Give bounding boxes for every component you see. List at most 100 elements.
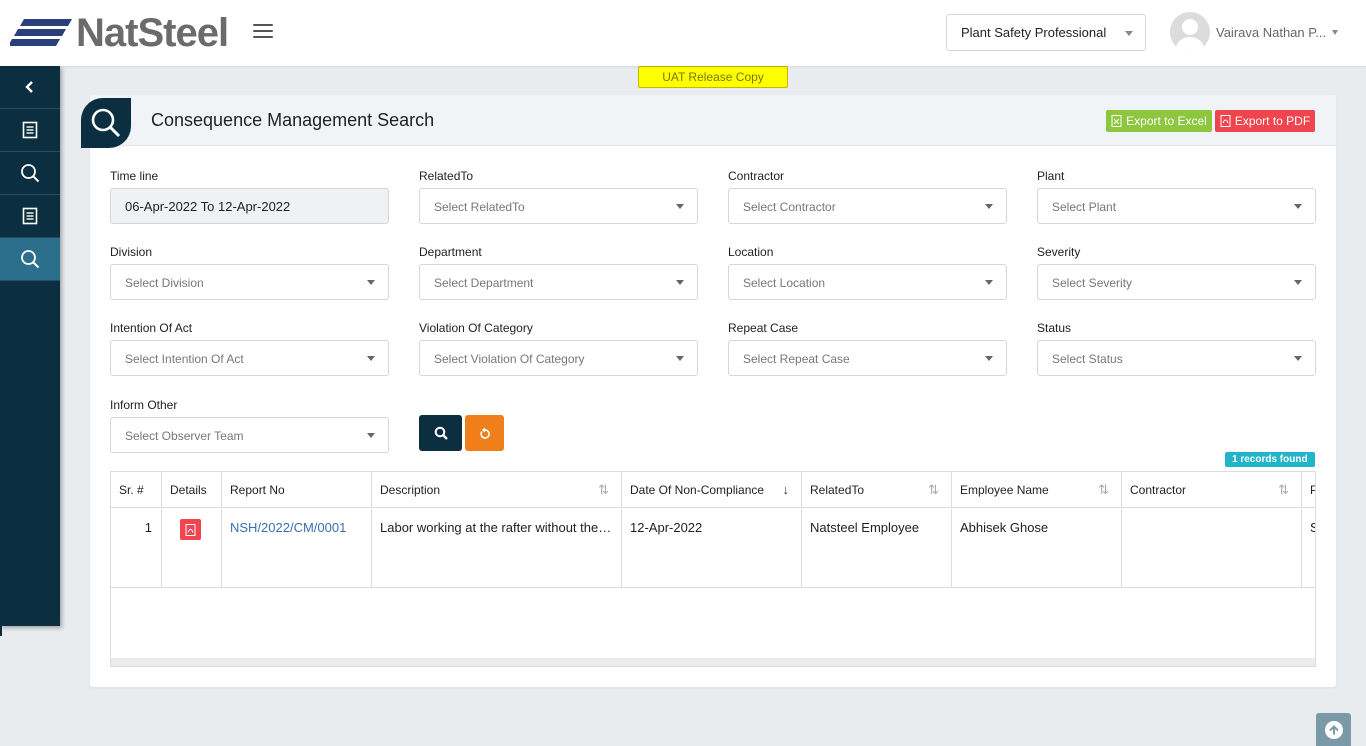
column-header-date-label: Date Of Non-Compliance — [630, 483, 765, 497]
role-select-value: Plant Safety Professional — [961, 25, 1107, 40]
column-header-description[interactable]: Description ⇅ — [372, 472, 622, 508]
chevron-down-icon — [367, 433, 375, 438]
search-icon — [434, 426, 448, 440]
table-row: 1 NSH/2022/CM/0001 Labor working at the … — [111, 509, 1315, 588]
status-field: Status Select Status — [1037, 321, 1316, 376]
timeline-input[interactable]: 06-Apr-2022 To 12-Apr-2022 — [110, 188, 389, 224]
top-header: NatSteel Plant Safety Professional Vaira… — [0, 0, 1366, 66]
search-icon — [21, 250, 40, 269]
excel-file-icon — [1111, 115, 1122, 127]
logo-text: NatSteel — [76, 11, 229, 55]
column-header-date[interactable]: Date Of Non-Compliance ↓ — [622, 472, 802, 508]
document-icon — [22, 207, 38, 225]
cell-contractor — [1122, 509, 1302, 587]
chevron-down-icon — [1332, 29, 1339, 35]
column-header-employee-name[interactable]: Employee Name ⇅ — [952, 472, 1122, 508]
column-header-related-to[interactable]: RelatedTo ⇅ — [802, 472, 952, 508]
contractor-select[interactable]: Select Contractor — [728, 188, 1007, 224]
intention-field: Intention Of Act Select Intention Of Act — [110, 321, 389, 376]
timeline-field: Time line 06-Apr-2022 To 12-Apr-2022 — [110, 169, 389, 224]
timeline-label: Time line — [110, 169, 159, 183]
plant-select[interactable]: Select Plant — [1037, 188, 1316, 224]
export-pdf-label: Export to PDF — [1234, 114, 1311, 128]
reset-button[interactable] — [465, 415, 504, 451]
sidebar-collapse-button[interactable] — [0, 66, 60, 109]
related-to-field: RelatedTo Select RelatedTo — [419, 169, 698, 224]
horizontal-scrollbar[interactable] — [111, 658, 1315, 666]
cell-truncated: S — [1302, 509, 1315, 587]
division-label: Division — [110, 245, 153, 259]
location-select[interactable]: Select Location — [728, 264, 1007, 300]
back-to-top-button[interactable] — [1316, 713, 1351, 746]
cell-details — [162, 509, 222, 587]
column-header-sr[interactable]: Sr. # — [111, 472, 162, 508]
location-field: Location Select Location — [728, 245, 1007, 300]
chevron-down-icon — [985, 356, 993, 361]
status-placeholder: Select Status — [1052, 352, 1123, 366]
cell-related-to: Natsteel Employee — [802, 509, 952, 587]
sidebar-item-report[interactable] — [0, 109, 60, 152]
column-header-contractor[interactable]: Contractor ⇅ — [1122, 472, 1302, 508]
severity-field: Severity Select Severity — [1037, 245, 1316, 300]
column-header-sr-label: Sr. # — [119, 483, 144, 497]
column-header-related-to-label: RelatedTo — [810, 483, 865, 497]
natsteel-logo[interactable]: NatSteel — [10, 11, 229, 55]
division-field: Division Select Division — [110, 245, 389, 300]
export-excel-button[interactable]: Export to Excel — [1106, 110, 1212, 132]
department-select[interactable]: Select Department — [419, 264, 698, 300]
location-placeholder: Select Location — [743, 276, 826, 290]
sidebar-item-consequence-search[interactable] — [0, 238, 60, 281]
violation-select[interactable]: Select Violation Of Category — [419, 340, 698, 376]
related-to-select[interactable]: Select RelatedTo — [419, 188, 698, 224]
violation-label: Violation Of Category — [419, 321, 533, 335]
column-header-report-no[interactable]: Report No — [222, 472, 372, 508]
status-select[interactable]: Select Status — [1037, 340, 1316, 376]
sort-icon[interactable]: ⇅ — [1278, 482, 1289, 498]
division-select[interactable]: Select Division — [110, 264, 389, 300]
chevron-down-icon — [676, 356, 684, 361]
sort-icon[interactable]: ⇅ — [598, 482, 609, 498]
column-header-employee-name-label: Employee Name — [960, 483, 1049, 497]
menu-toggle-icon[interactable] — [253, 24, 273, 42]
intention-select[interactable]: Select Intention Of Act — [110, 340, 389, 376]
column-header-contractor-label: Contractor — [1130, 483, 1187, 497]
sort-icon[interactable]: ⇅ — [1098, 482, 1109, 498]
intention-label: Intention Of Act — [110, 321, 193, 335]
chevron-down-icon — [367, 356, 375, 361]
repeat-case-select[interactable]: Select Repeat Case — [728, 340, 1007, 376]
contractor-label: Contractor — [728, 169, 785, 183]
repeat-case-field: Repeat Case Select Repeat Case — [728, 321, 1007, 376]
chevron-down-icon — [1125, 31, 1133, 36]
column-header-description-label: Description — [380, 483, 441, 497]
chevron-down-icon — [985, 204, 993, 209]
search-panel: Consequence Management Search Export to … — [81, 95, 1336, 687]
report-no-link[interactable]: NSH/2022/CM/0001 — [230, 520, 346, 535]
observer-team-select[interactable]: Select Observer Team — [110, 417, 389, 453]
sidebar-item-report-2[interactable] — [0, 195, 60, 238]
chevron-down-icon — [1294, 356, 1302, 361]
export-pdf-button[interactable]: Export to PDF — [1215, 110, 1315, 132]
division-placeholder: Select Division — [125, 276, 204, 290]
panel-header: Consequence Management Search Export to … — [81, 95, 1336, 148]
cell-report-no: NSH/2022/CM/0001 — [222, 509, 372, 587]
search-icon — [21, 164, 40, 183]
pdf-icon[interactable] — [180, 519, 201, 540]
user-menu[interactable]: Vairava Nathan P... — [1170, 12, 1339, 52]
search-button[interactable] — [419, 415, 462, 451]
sidebar — [0, 66, 60, 626]
location-label: Location — [728, 245, 774, 259]
sort-icon[interactable]: ⇅ — [928, 482, 939, 498]
observer-team-placeholder: Select Observer Team — [125, 429, 244, 443]
sort-descending-icon[interactable]: ↓ — [783, 482, 790, 497]
uat-release-badge: UAT Release Copy — [638, 66, 788, 88]
plant-placeholder: Select Plant — [1052, 200, 1117, 214]
cell-date: 12-Apr-2022 — [622, 509, 802, 587]
severity-select[interactable]: Select Severity — [1037, 264, 1316, 300]
cell-sr: 1 — [111, 509, 162, 587]
severity-label: Severity — [1037, 245, 1081, 259]
contractor-field: Contractor Select Contractor — [728, 169, 1007, 224]
cell-description: Labor working at the rafter without the … — [372, 509, 622, 587]
column-header-truncated[interactable]: P — [1302, 472, 1315, 508]
role-select[interactable]: Plant Safety Professional — [946, 14, 1146, 51]
sidebar-item-search[interactable] — [0, 152, 60, 195]
